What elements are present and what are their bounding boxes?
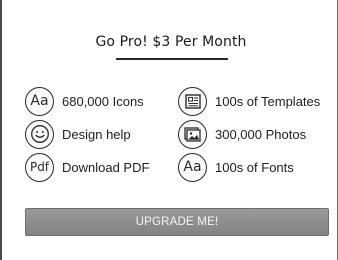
promo-panel: Go Pro! $3 Per Month Aa 680,000 Icons 10… — [0, 0, 338, 260]
pdf-icon: Pdf — [25, 152, 54, 182]
font-aa-icon: Aa — [178, 152, 207, 182]
feature-label: 300,000 Photos — [215, 126, 307, 142]
feature-templates: 100s of Templates — [178, 86, 320, 116]
feature-label: 100s of Templates — [215, 93, 321, 109]
feature-design-help: Design help — [25, 119, 131, 149]
smiley-icon — [25, 119, 54, 149]
upgrade-button[interactable]: UPGRADE ME! — [25, 208, 329, 236]
font-aa-icon: Aa — [25, 86, 54, 116]
feature-icons: Aa 680,000 Icons — [25, 86, 144, 116]
feature-label: Download PDF — [62, 159, 150, 175]
feature-label: 680,000 Icons — [62, 93, 144, 109]
feature-download-pdf: Pdf Download PDF — [25, 152, 149, 182]
photo-icon — [178, 119, 207, 149]
feature-label: 100s of Fonts — [215, 159, 294, 175]
feature-fonts: Aa 100s of Fonts — [178, 152, 294, 182]
template-icon — [178, 86, 207, 116]
feature-photos: 300,000 Photos — [178, 119, 306, 149]
feature-label: Design help — [62, 126, 131, 142]
promo-title: Go Pro! $3 Per Month — [95, 34, 247, 50]
title-underline — [116, 58, 228, 60]
